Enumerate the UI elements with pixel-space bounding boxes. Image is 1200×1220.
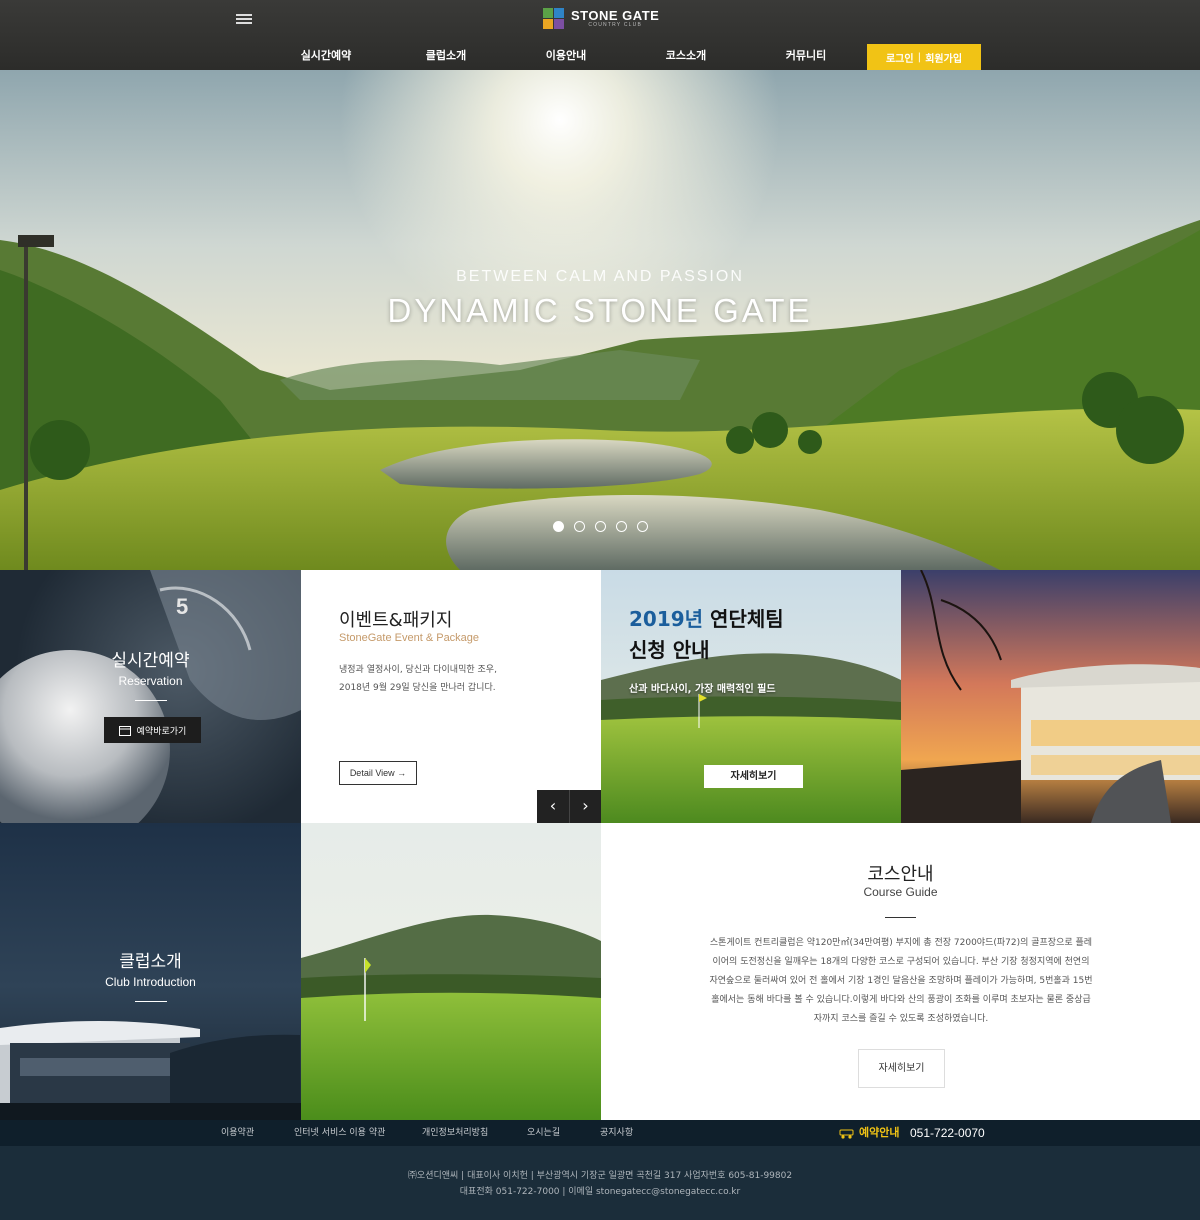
slider-dot-5[interactable] bbox=[637, 521, 648, 532]
slider-dot-2[interactable] bbox=[574, 521, 585, 532]
login-signup-box: 로그인 | 회원가입 bbox=[867, 44, 981, 70]
main-nav: 실시간예약 클럽소개 이용안내 코스소개 커뮤니티 bbox=[0, 44, 1200, 70]
event-title: 이벤트&패키지 bbox=[339, 610, 453, 631]
footer-reservation-label: 예약안내 bbox=[839, 1120, 899, 1146]
hero-slider: BETWEEN CALM AND PASSION DYNAMIC STONE G… bbox=[0, 70, 1200, 570]
separator: | bbox=[917, 51, 922, 63]
chevron-left-icon: ‹ bbox=[549, 796, 557, 815]
team-title-year: 2019년 bbox=[629, 607, 704, 631]
divider bbox=[885, 917, 916, 918]
nav-item-guide[interactable]: 이용안내 bbox=[516, 44, 616, 70]
svg-text:5: 5 bbox=[176, 594, 188, 619]
clubhouse-sunset-image bbox=[901, 570, 1200, 823]
slider-pagination bbox=[553, 521, 648, 532]
site-header: STONE GATE COUNTRY CLUB 실시간예약 클럽소개 이용안내 … bbox=[0, 0, 1200, 70]
club-title: 클럽소개 bbox=[119, 952, 182, 972]
hamburger-menu-icon[interactable] bbox=[236, 12, 252, 28]
nav-item-club[interactable]: 클럽소개 bbox=[396, 44, 496, 70]
footer-link-directions[interactable]: 오시는길 bbox=[527, 1120, 560, 1146]
green-field-image bbox=[301, 823, 601, 1120]
green-field-tile[interactable] bbox=[301, 823, 601, 1120]
reservation-subtitle: Reservation bbox=[118, 674, 183, 688]
golf-cart-icon bbox=[839, 1129, 854, 1139]
slider-dot-1[interactable] bbox=[553, 521, 564, 532]
slider-dot-3[interactable] bbox=[595, 521, 606, 532]
footer-info-line-2: 대표전화 051-722-7000 | 이메일 stonegatecc@ston… bbox=[459, 1187, 741, 1197]
divider bbox=[134, 700, 167, 701]
hero-subtitle: BETWEEN CALM AND PASSION bbox=[456, 268, 744, 285]
footer-company-info: ㈜오션디앤씨 | 대표이사 이치헌 | 부산광역시 기장군 일광면 곡천길 31… bbox=[0, 1168, 1200, 1200]
clubhouse-sunset-tile[interactable] bbox=[901, 570, 1200, 823]
reservation-button-label: 예약바로가기 bbox=[136, 726, 187, 737]
course-title: 코스안내 bbox=[867, 864, 934, 885]
event-description: 냉정과 열정사이, 당신과 다이내믹한 조우, 2018년 9월 29일 당신을… bbox=[339, 661, 497, 697]
event-subtitle: StoneGate Event & Package bbox=[339, 632, 480, 644]
event-tile: 이벤트&패키지 StoneGate Event & Package 냉정과 열정… bbox=[301, 570, 601, 823]
chevron-right-icon: › bbox=[582, 796, 589, 815]
signup-link[interactable]: 회원가입 bbox=[925, 50, 962, 65]
logo-mark-icon bbox=[543, 8, 565, 30]
slider-dot-4[interactable] bbox=[616, 521, 627, 532]
team-title-line2: 신청 안내 bbox=[629, 638, 710, 662]
nav-item-course[interactable]: 코스소개 bbox=[636, 44, 736, 70]
divider bbox=[134, 1001, 167, 1002]
club-heading: 클럽소개 Club Introduction bbox=[0, 947, 301, 1002]
club-intro-tile[interactable]: 클럽소개 Club Introduction bbox=[0, 823, 301, 1120]
course-description: 스톤게이트 컨트리클럽은 약120만㎡(34만여평) 부지에 총 전장 7200… bbox=[709, 938, 1093, 1024]
footer-reservation-phone[interactable]: 051-722-0070 bbox=[910, 1120, 985, 1146]
nav-item-community[interactable]: 커뮤니티 bbox=[756, 44, 856, 70]
logo-title: STONE GATE bbox=[571, 8, 660, 23]
footer-reservation-text: 예약안내 bbox=[859, 1126, 900, 1139]
team-subtitle: 산과 바다사이, 가장 매력적인 필드 bbox=[629, 684, 776, 695]
nav-item-reservation[interactable]: 실시간예약 bbox=[276, 44, 376, 70]
club-subtitle: Club Introduction bbox=[105, 975, 196, 989]
footer-info-line-1: ㈜오션디앤씨 | 대표이사 이치헌 | 부산광역시 기장군 일광면 곡천길 31… bbox=[407, 1171, 793, 1181]
event-detail-button[interactable]: Detail View → bbox=[339, 761, 417, 785]
reservation-tile[interactable]: 5 실시간예약 Reservation 예약바로가기 bbox=[0, 570, 301, 823]
reservation-title: 실시간예약 bbox=[111, 651, 190, 671]
team-title: 2019년 연단체팀 신청 안내 bbox=[629, 604, 784, 666]
team-application-tile[interactable]: 2019년 연단체팀 신청 안내 산과 바다사이, 가장 매력적인 필드 자세히… bbox=[601, 570, 901, 823]
reservation-button[interactable]: 예약바로가기 bbox=[104, 717, 201, 743]
team-title-rest: 연단체팀 bbox=[710, 607, 784, 631]
site-logo[interactable]: STONE GATE COUNTRY CLUB bbox=[543, 8, 659, 30]
footer-link-bar: 이용약관 인터넷 서비스 이용 약관 개인정보처리방침 오시는길 공지사항 예약… bbox=[0, 1120, 1200, 1146]
team-detail-button[interactable]: 자세히보기 bbox=[704, 765, 803, 788]
event-prev-button[interactable]: ‹ bbox=[537, 790, 569, 823]
login-link[interactable]: 로그인 bbox=[886, 50, 914, 65]
hero-title: DYNAMIC STONE GATE bbox=[387, 292, 813, 329]
event-desc-line-2: 2018년 9월 29일 당신을 만나러 갑니다. bbox=[339, 683, 496, 693]
footer-link-terms[interactable]: 이용약관 bbox=[221, 1120, 254, 1146]
event-next-button[interactable]: › bbox=[569, 790, 601, 823]
footer-link-privacy[interactable]: 개인정보처리방침 bbox=[422, 1120, 488, 1146]
reservation-heading: 실시간예약 Reservation bbox=[0, 646, 301, 701]
calendar-icon bbox=[118, 725, 131, 736]
footer-link-internet-terms[interactable]: 인터넷 서비스 이용 약관 bbox=[294, 1120, 385, 1146]
site-footer: ㈜오션디앤씨 | 대표이사 이치헌 | 부산광역시 기장군 일광면 곡천길 31… bbox=[0, 1146, 1200, 1220]
course-subtitle: Course Guide bbox=[863, 885, 938, 899]
course-guide-tile: 코스안내 Course Guide 스톤게이트 컨트리클럽은 약120만㎡(34… bbox=[601, 823, 1200, 1120]
event-desc-line-1: 냉정과 열정사이, 당신과 다이내믹한 조우, bbox=[339, 665, 497, 675]
footer-link-notice[interactable]: 공지사항 bbox=[600, 1120, 633, 1146]
course-detail-button[interactable]: 자세히보기 bbox=[858, 1049, 945, 1088]
